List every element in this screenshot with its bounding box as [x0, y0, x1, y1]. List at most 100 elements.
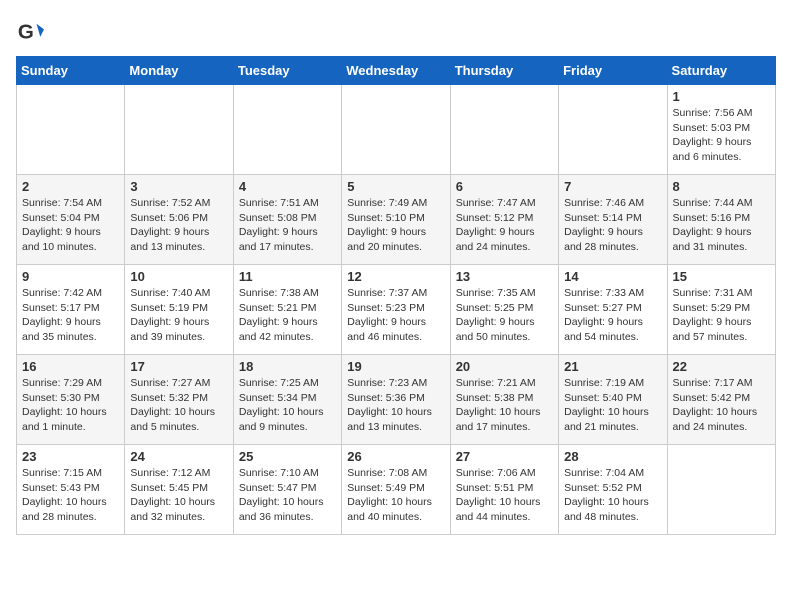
calendar-cell: 16 Sunrise: 7:29 AM Sunset: 5:30 PM Dayli…: [17, 355, 125, 445]
calendar-week-row: 9 Sunrise: 7:42 AM Sunset: 5:17 PM Daylig…: [17, 265, 776, 355]
calendar-cell: 20 Sunrise: 7:21 AM Sunset: 5:38 PM Dayli…: [450, 355, 558, 445]
calendar-cell: 19 Sunrise: 7:23 AM Sunset: 5:36 PM Dayli…: [342, 355, 450, 445]
day-number: 6: [456, 179, 553, 194]
day-number: 5: [347, 179, 444, 194]
calendar-week-row: 1 Sunrise: 7:56 AM Sunset: 5:03 PM Daylig…: [17, 85, 776, 175]
day-info: Sunrise: 7:29 AM Sunset: 5:30 PM Dayligh…: [22, 376, 119, 435]
day-number: 19: [347, 359, 444, 374]
day-number: 27: [456, 449, 553, 464]
day-info: Sunrise: 7:38 AM Sunset: 5:21 PM Dayligh…: [239, 286, 336, 345]
day-info: Sunrise: 7:15 AM Sunset: 5:43 PM Dayligh…: [22, 466, 119, 525]
day-info: Sunrise: 7:56 AM Sunset: 5:03 PM Dayligh…: [673, 106, 770, 165]
day-info: Sunrise: 7:06 AM Sunset: 5:51 PM Dayligh…: [456, 466, 553, 525]
day-number: 10: [130, 269, 227, 284]
calendar-cell: 5 Sunrise: 7:49 AM Sunset: 5:10 PM Daylig…: [342, 175, 450, 265]
calendar-cell: 18 Sunrise: 7:25 AM Sunset: 5:34 PM Dayli…: [233, 355, 341, 445]
header-sunday: Sunday: [17, 57, 125, 85]
day-number: 20: [456, 359, 553, 374]
day-info: Sunrise: 7:49 AM Sunset: 5:10 PM Dayligh…: [347, 196, 444, 255]
day-info: Sunrise: 7:35 AM Sunset: 5:25 PM Dayligh…: [456, 286, 553, 345]
day-number: 22: [673, 359, 770, 374]
calendar-cell: 26 Sunrise: 7:08 AM Sunset: 5:49 PM Dayli…: [342, 445, 450, 535]
page-header: G: [16, 16, 776, 48]
calendar-week-row: 16 Sunrise: 7:29 AM Sunset: 5:30 PM Dayli…: [17, 355, 776, 445]
day-info: Sunrise: 7:52 AM Sunset: 5:06 PM Dayligh…: [130, 196, 227, 255]
calendar-cell: 23 Sunrise: 7:15 AM Sunset: 5:43 PM Dayli…: [17, 445, 125, 535]
day-info: Sunrise: 7:37 AM Sunset: 5:23 PM Dayligh…: [347, 286, 444, 345]
calendar-table: SundayMondayTuesdayWednesdayThursdayFrid…: [16, 56, 776, 535]
day-info: Sunrise: 7:47 AM Sunset: 5:12 PM Dayligh…: [456, 196, 553, 255]
day-number: 16: [22, 359, 119, 374]
day-number: 12: [347, 269, 444, 284]
header-monday: Monday: [125, 57, 233, 85]
calendar-cell: 3 Sunrise: 7:52 AM Sunset: 5:06 PM Daylig…: [125, 175, 233, 265]
day-info: Sunrise: 7:21 AM Sunset: 5:38 PM Dayligh…: [456, 376, 553, 435]
day-number: 14: [564, 269, 661, 284]
day-number: 3: [130, 179, 227, 194]
day-info: Sunrise: 7:10 AM Sunset: 5:47 PM Dayligh…: [239, 466, 336, 525]
day-number: 7: [564, 179, 661, 194]
calendar-cell: 15 Sunrise: 7:31 AM Sunset: 5:29 PM Dayli…: [667, 265, 775, 355]
day-number: 9: [22, 269, 119, 284]
calendar-cell: [559, 85, 667, 175]
day-info: Sunrise: 7:54 AM Sunset: 5:04 PM Dayligh…: [22, 196, 119, 255]
calendar-week-row: 23 Sunrise: 7:15 AM Sunset: 5:43 PM Dayli…: [17, 445, 776, 535]
day-number: 17: [130, 359, 227, 374]
calendar-cell: [667, 445, 775, 535]
day-info: Sunrise: 7:40 AM Sunset: 5:19 PM Dayligh…: [130, 286, 227, 345]
calendar-cell: 4Sunrise: 7:51 AM Sunset: 5:08 PM Daylig…: [233, 175, 341, 265]
day-number: 21: [564, 359, 661, 374]
day-info: Sunrise: 7:31 AM Sunset: 5:29 PM Dayligh…: [673, 286, 770, 345]
logo-icon: G: [16, 20, 44, 48]
day-number: 23: [22, 449, 119, 464]
calendar-header-row: SundayMondayTuesdayWednesdayThursdayFrid…: [17, 57, 776, 85]
calendar-cell: 9 Sunrise: 7:42 AM Sunset: 5:17 PM Daylig…: [17, 265, 125, 355]
day-info: Sunrise: 7:27 AM Sunset: 5:32 PM Dayligh…: [130, 376, 227, 435]
calendar-cell: 11Sunrise: 7:38 AM Sunset: 5:21 PM Dayli…: [233, 265, 341, 355]
calendar-cell: 1 Sunrise: 7:56 AM Sunset: 5:03 PM Daylig…: [667, 85, 775, 175]
calendar-cell: 17 Sunrise: 7:27 AM Sunset: 5:32 PM Dayli…: [125, 355, 233, 445]
header-thursday: Thursday: [450, 57, 558, 85]
day-info: Sunrise: 7:12 AM Sunset: 5:45 PM Dayligh…: [130, 466, 227, 525]
calendar-cell: 10 Sunrise: 7:40 AM Sunset: 5:19 PM Dayli…: [125, 265, 233, 355]
calendar-cell: 21 Sunrise: 7:19 AM Sunset: 5:40 PM Dayli…: [559, 355, 667, 445]
calendar-cell: 7 Sunrise: 7:46 AM Sunset: 5:14 PM Daylig…: [559, 175, 667, 265]
day-info: Sunrise: 7:23 AM Sunset: 5:36 PM Dayligh…: [347, 376, 444, 435]
calendar-cell: 28Sunrise: 7:04 AM Sunset: 5:52 PM Dayli…: [559, 445, 667, 535]
calendar-cell: [342, 85, 450, 175]
day-number: 24: [130, 449, 227, 464]
calendar-cell: 27 Sunrise: 7:06 AM Sunset: 5:51 PM Dayli…: [450, 445, 558, 535]
calendar-week-row: 2 Sunrise: 7:54 AM Sunset: 5:04 PM Daylig…: [17, 175, 776, 265]
calendar-cell: 13 Sunrise: 7:35 AM Sunset: 5:25 PM Dayli…: [450, 265, 558, 355]
calendar-cell: [125, 85, 233, 175]
calendar-cell: 8Sunrise: 7:44 AM Sunset: 5:16 PM Daylig…: [667, 175, 775, 265]
calendar-cell: 12 Sunrise: 7:37 AM Sunset: 5:23 PM Dayli…: [342, 265, 450, 355]
day-info: Sunrise: 7:04 AM Sunset: 5:52 PM Dayligh…: [564, 466, 661, 525]
header-friday: Friday: [559, 57, 667, 85]
day-info: Sunrise: 7:33 AM Sunset: 5:27 PM Dayligh…: [564, 286, 661, 345]
day-number: 26: [347, 449, 444, 464]
header-wednesday: Wednesday: [342, 57, 450, 85]
day-info: Sunrise: 7:17 AM Sunset: 5:42 PM Dayligh…: [673, 376, 770, 435]
day-number: 2: [22, 179, 119, 194]
calendar-cell: 14 Sunrise: 7:33 AM Sunset: 5:27 PM Dayli…: [559, 265, 667, 355]
day-info: Sunrise: 7:08 AM Sunset: 5:49 PM Dayligh…: [347, 466, 444, 525]
calendar-cell: 24 Sunrise: 7:12 AM Sunset: 5:45 PM Dayli…: [125, 445, 233, 535]
day-info: Sunrise: 7:51 AM Sunset: 5:08 PM Dayligh…: [239, 196, 336, 255]
day-info: Sunrise: 7:44 AM Sunset: 5:16 PM Dayligh…: [673, 196, 770, 255]
calendar-cell: [233, 85, 341, 175]
day-number: 1: [673, 89, 770, 104]
day-number: 13: [456, 269, 553, 284]
day-info: Sunrise: 7:25 AM Sunset: 5:34 PM Dayligh…: [239, 376, 336, 435]
calendar-cell: 2 Sunrise: 7:54 AM Sunset: 5:04 PM Daylig…: [17, 175, 125, 265]
header-saturday: Saturday: [667, 57, 775, 85]
day-info: Sunrise: 7:46 AM Sunset: 5:14 PM Dayligh…: [564, 196, 661, 255]
day-number: 15: [673, 269, 770, 284]
calendar-cell: 22 Sunrise: 7:17 AM Sunset: 5:42 PM Dayli…: [667, 355, 775, 445]
day-number: 18: [239, 359, 336, 374]
calendar-cell: 25Sunrise: 7:10 AM Sunset: 5:47 PM Dayli…: [233, 445, 341, 535]
day-info: Sunrise: 7:19 AM Sunset: 5:40 PM Dayligh…: [564, 376, 661, 435]
day-info: Sunrise: 7:42 AM Sunset: 5:17 PM Dayligh…: [22, 286, 119, 345]
logo: G: [16, 20, 48, 48]
header-tuesday: Tuesday: [233, 57, 341, 85]
